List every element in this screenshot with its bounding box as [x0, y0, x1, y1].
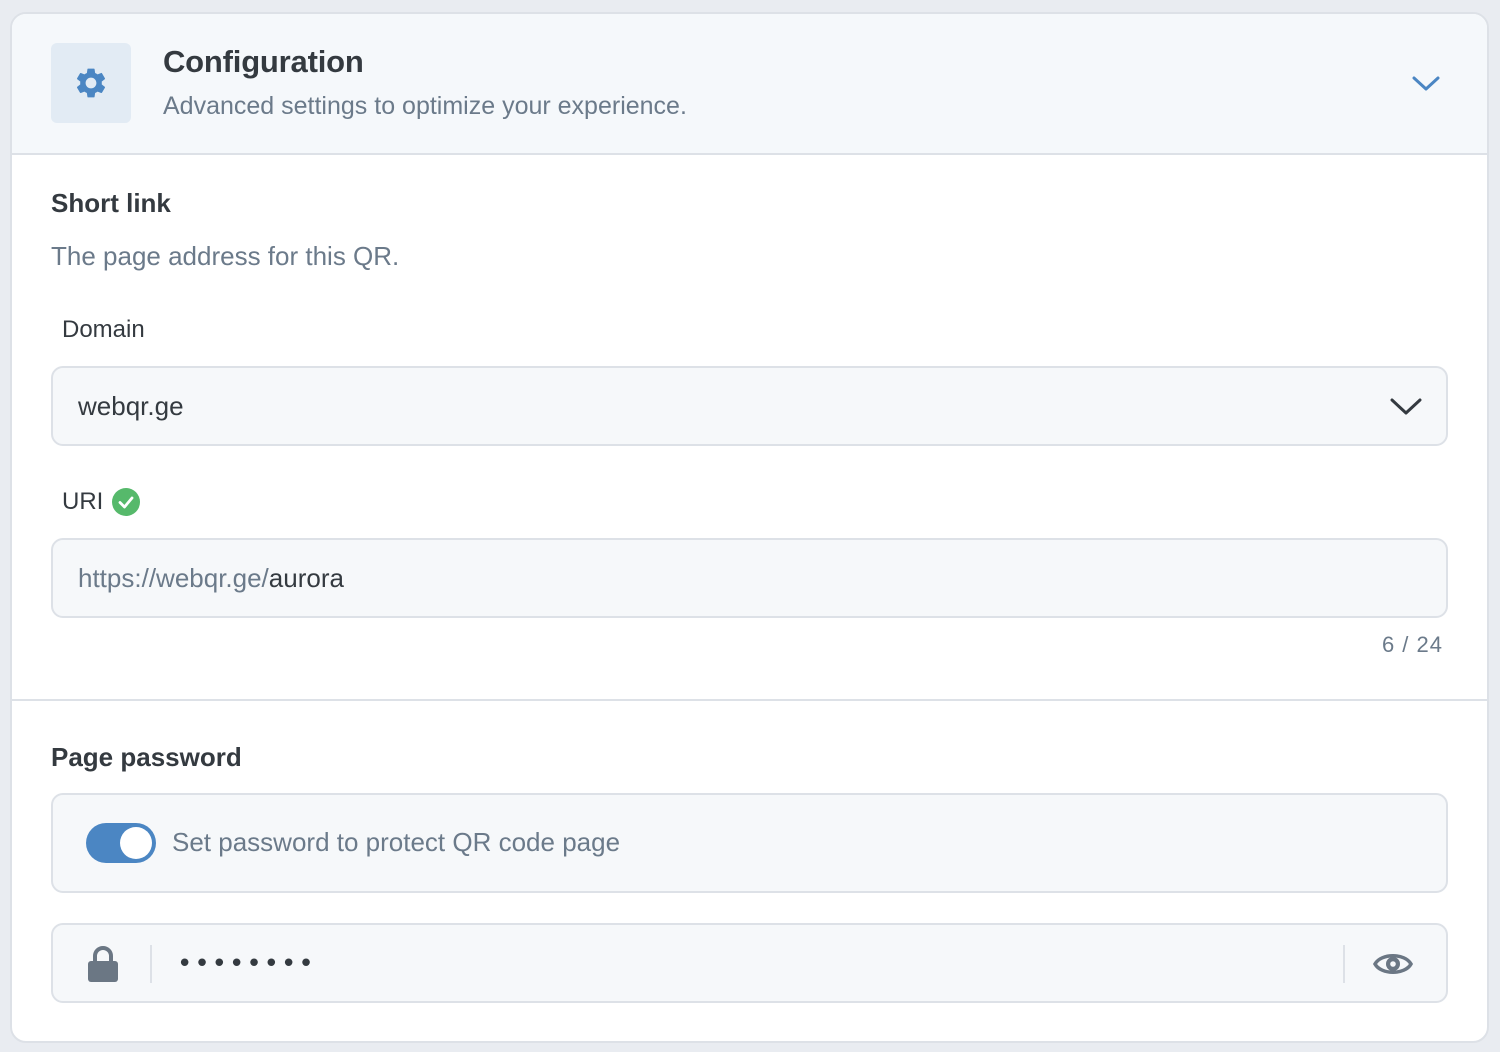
uri-text: https://webqr.ge/aurora [78, 563, 344, 594]
uri-field[interactable]: https://webqr.ge/aurora [51, 538, 1448, 618]
toggle-knob [120, 827, 152, 859]
section-divider [12, 699, 1487, 701]
password-separator-right [1343, 945, 1345, 983]
configuration-card: Configuration Advanced settings to optim… [10, 12, 1489, 1043]
password-toggle-label: Set password to protect QR code page [172, 827, 621, 857]
uri-label: URI [62, 488, 104, 515]
eye-icon[interactable] [1373, 947, 1413, 981]
password-separator-left [150, 945, 152, 983]
password-field-box [51, 923, 1448, 1003]
uri-char-count: 6 / 24 [1381, 632, 1443, 657]
domain-label: Domain [62, 316, 145, 343]
chevron-down-icon[interactable] [1388, 394, 1424, 418]
gear-icon [76, 68, 106, 98]
uri-value[interactable]: aurora [269, 563, 344, 593]
domain-selected-value: webqr.ge [78, 391, 184, 421]
lock-icon [88, 946, 118, 982]
check-circle-icon [112, 488, 141, 516]
configuration-header[interactable]: Configuration Advanced settings to optim… [12, 14, 1487, 155]
short-link-heading: Short link [51, 188, 171, 218]
short-link-description: The page address for this QR. [51, 241, 400, 271]
password-input[interactable] [163, 935, 1333, 993]
header-subtitle: Advanced settings to optimize your exper… [163, 92, 687, 120]
password-toggle-panel: Set password to protect QR code page [51, 793, 1448, 893]
chevron-down-icon[interactable] [1410, 72, 1442, 94]
uri-prefix: https://webqr.ge/ [78, 563, 269, 593]
uri-label-row: URI [62, 487, 141, 517]
domain-select[interactable]: webqr.ge [51, 366, 1448, 446]
password-toggle[interactable] [86, 823, 156, 863]
page-password-heading: Page password [51, 742, 242, 772]
header-title: Configuration [163, 44, 364, 79]
header-icon-box [51, 43, 131, 123]
